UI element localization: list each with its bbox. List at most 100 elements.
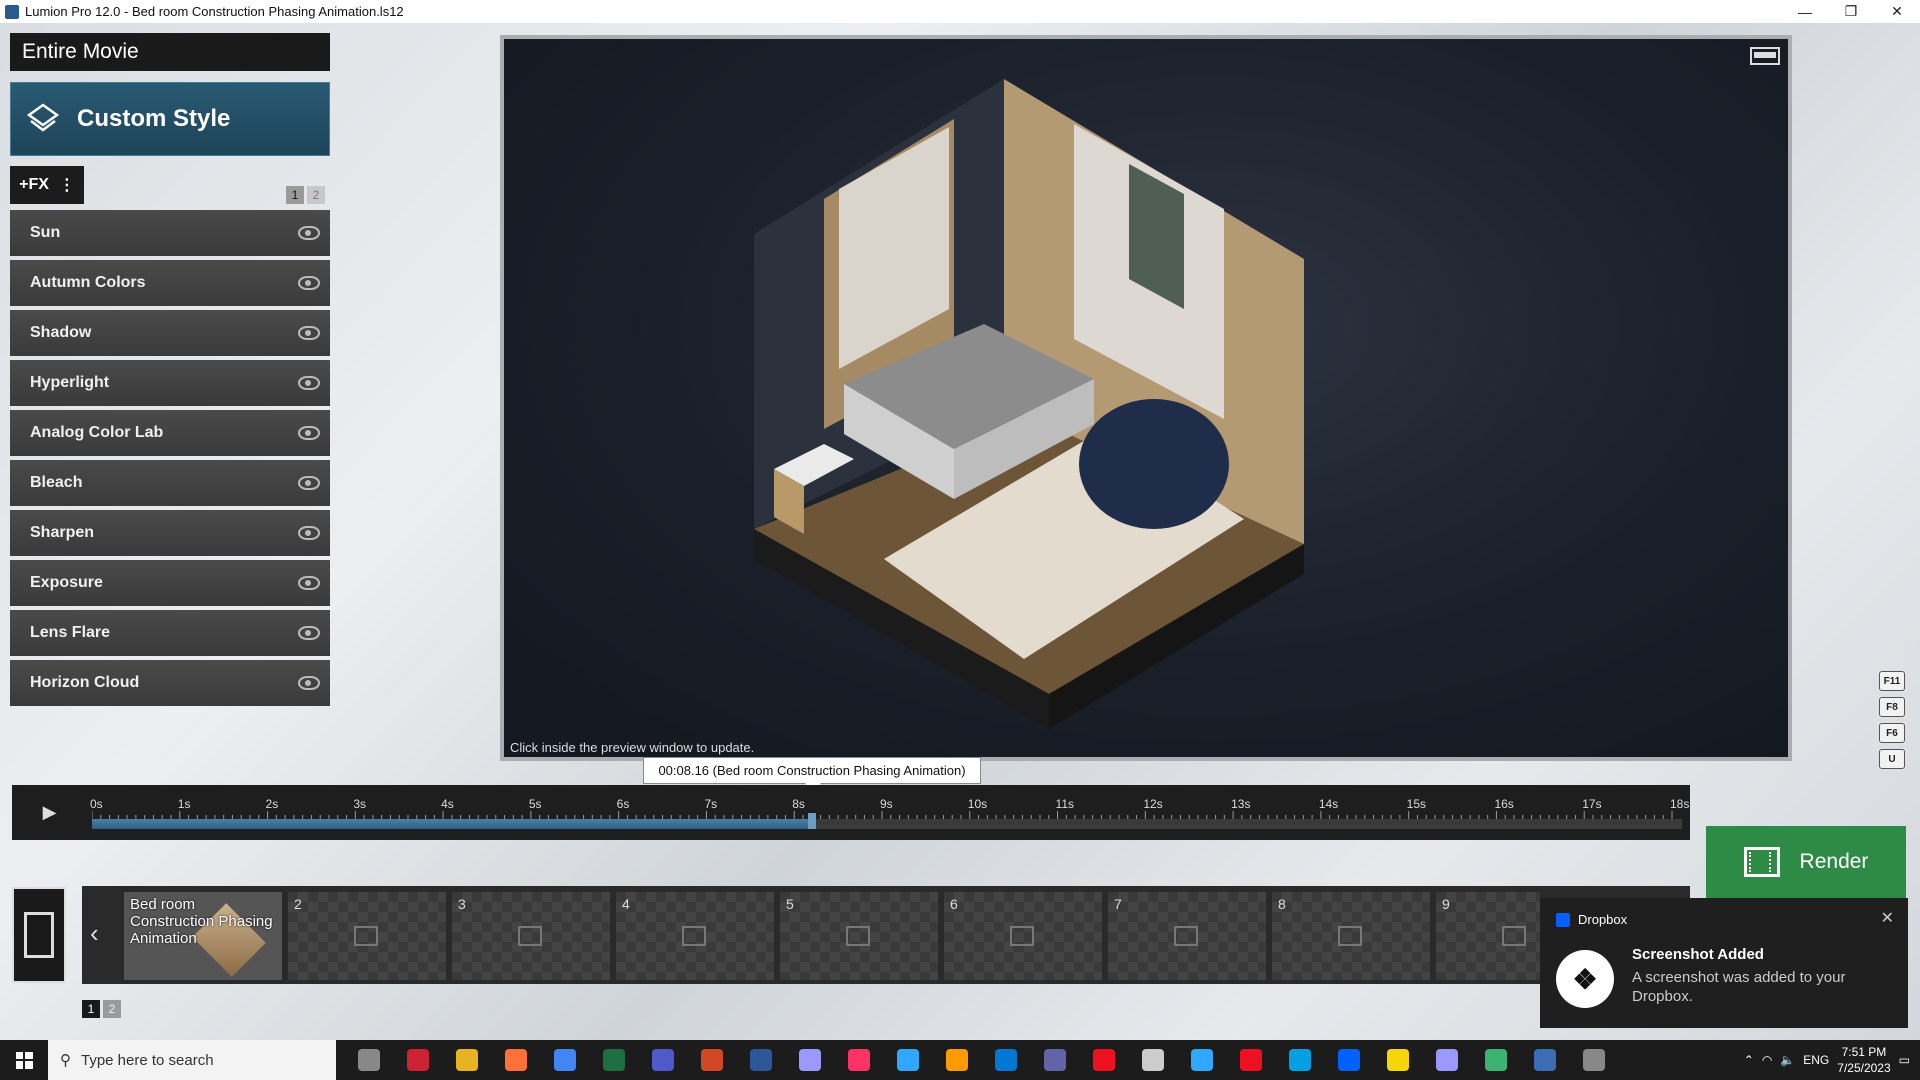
chrome-icon[interactable]	[540, 1040, 589, 1080]
key-f6[interactable]: F6	[1879, 723, 1905, 743]
eye-icon[interactable]	[298, 476, 320, 490]
eye-icon[interactable]	[298, 276, 320, 290]
timeline-tick-labels: 0s 1s 2s 3s 4s 5s 6s 7s 8s 9s 10s 11s 12s 13s 14s 15s 16…	[90, 797, 1689, 811]
render-button[interactable]: Render	[1706, 826, 1906, 898]
clip-slot-7[interactable]: 7	[1108, 892, 1266, 980]
language-indicator[interactable]: ENG	[1803, 1053, 1829, 1067]
eye-icon[interactable]	[298, 326, 320, 340]
close-icon[interactable]: ✕	[1881, 908, 1894, 928]
clip-page-1[interactable]: 1	[82, 1000, 100, 1018]
clip-slot-9[interactable]: 9	[1436, 892, 1540, 980]
eye-icon[interactable]	[298, 376, 320, 390]
effect-sharpen[interactable]: Sharpen	[10, 510, 330, 556]
effect-shadow[interactable]: Shadow	[10, 310, 330, 356]
lumion-icon[interactable]	[1520, 1040, 1569, 1080]
effect-lens-flare[interactable]: Lens Flare	[10, 610, 330, 656]
sharepoint-icon[interactable]	[393, 1040, 442, 1080]
sticky-notes-icon[interactable]	[1373, 1040, 1422, 1080]
close-button[interactable]: ✕	[1874, 0, 1920, 23]
notion-icon[interactable]	[1569, 1040, 1618, 1080]
timeline-tick-label: 14s	[1318, 797, 1339, 811]
dropbox-app-icon[interactable]	[1324, 1040, 1373, 1080]
eye-icon[interactable]	[298, 626, 320, 640]
key-f11[interactable]: F11	[1879, 671, 1905, 691]
key-f8[interactable]: F8	[1879, 697, 1905, 717]
fx-page-2[interactable]: 2	[307, 186, 325, 204]
qgis-icon[interactable]	[1471, 1040, 1520, 1080]
eye-icon[interactable]	[298, 526, 320, 540]
fx-pager: 1 2	[286, 186, 325, 204]
unknown-icon[interactable]	[1128, 1040, 1177, 1080]
eye-icon[interactable]	[298, 676, 320, 690]
fullscreen-icon[interactable]	[1750, 47, 1780, 65]
illustrator-icon[interactable]	[932, 1040, 981, 1080]
clip-slot-5[interactable]: 5	[780, 892, 938, 980]
photoshop-icon[interactable]	[883, 1040, 932, 1080]
eye-icon[interactable]	[298, 226, 320, 240]
key-u[interactable]: U	[1879, 749, 1905, 769]
taskbar-search[interactable]: ⚲ Type here to search	[48, 1040, 336, 1080]
effect-horizon-cloud[interactable]: Horizon Cloud	[10, 660, 330, 706]
effect-hyperlight[interactable]: Hyperlight	[10, 360, 330, 406]
teams-2-icon[interactable]	[1030, 1040, 1079, 1080]
timeline-track[interactable]: 0s 1s 2s 3s 4s 5s 6s 7s 8s 9s 10s 11s 12s 13s 14s 15s 16…	[90, 793, 1689, 833]
minimize-button[interactable]: —	[1782, 0, 1828, 23]
effect-label: Exposure	[30, 574, 103, 591]
photoshop-2-icon[interactable]	[1177, 1040, 1226, 1080]
file-explorer-icon[interactable]	[442, 1040, 491, 1080]
start-button[interactable]	[0, 1040, 48, 1080]
movie-clips-button[interactable]	[12, 887, 66, 983]
title-bar: Lumion Pro 12.0 - Bed room Construction …	[0, 0, 1920, 23]
after-effects-icon[interactable]	[785, 1040, 834, 1080]
edge-icon[interactable]	[981, 1040, 1030, 1080]
teams-icon[interactable]	[638, 1040, 687, 1080]
effect-label: Bleach	[30, 474, 83, 491]
clip-1[interactable]: Bed room Construction Phasing Animation	[124, 892, 282, 980]
eye-icon[interactable]	[298, 576, 320, 590]
powerpoint-icon[interactable]	[687, 1040, 736, 1080]
chevron-up-icon[interactable]: ⌃	[1744, 1053, 1754, 1067]
timeline: ▶ 0s 1s 2s 3s 4s 5s 6s 7s 8s 9s 10s 11s 12s 13s 14s 15s…	[12, 785, 1690, 840]
clip-page-2[interactable]: 2	[103, 1000, 121, 1018]
indesign-icon[interactable]	[834, 1040, 883, 1080]
clip-slot-4[interactable]: 4	[616, 892, 774, 980]
preview-window[interactable]: Click inside the preview window to updat…	[500, 35, 1792, 761]
task-view-icon[interactable]	[344, 1040, 393, 1080]
clip-slot-6[interactable]: 6	[944, 892, 1102, 980]
effect-bleach[interactable]: Bleach	[10, 460, 330, 506]
entire-movie-label[interactable]: Entire Movie	[10, 33, 330, 71]
autocad-icon[interactable]	[1226, 1040, 1275, 1080]
premiere-icon[interactable]	[1422, 1040, 1471, 1080]
more-options-icon[interactable]: ⋮	[59, 175, 75, 195]
eye-icon[interactable]	[298, 426, 320, 440]
acrobat-icon[interactable]	[1079, 1040, 1128, 1080]
effect-exposure[interactable]: Exposure	[10, 560, 330, 606]
word-icon[interactable]	[736, 1040, 785, 1080]
film-icon	[1743, 847, 1780, 877]
custom-style-button[interactable]: Custom Style	[10, 82, 330, 156]
clip-slot-8[interactable]: 8	[1272, 892, 1430, 980]
chevron-left-icon[interactable]: ‹	[90, 918, 99, 949]
effect-analog-color-lab[interactable]: Analog Color Lab	[10, 410, 330, 456]
network-icon[interactable]: ◠	[1762, 1053, 1772, 1067]
volume-icon[interactable]: 🔈	[1780, 1053, 1795, 1067]
notifications-icon[interactable]: ▭	[1899, 1053, 1910, 1067]
timeline-bar[interactable]	[92, 813, 1682, 829]
effect-autumn-colors[interactable]: Autumn Colors	[10, 260, 330, 306]
effect-label: Hyperlight	[30, 374, 110, 391]
restore-button[interactable]: ❐	[1828, 0, 1874, 23]
timeline-tick-label: 16s	[1494, 797, 1514, 811]
firefox-icon[interactable]	[491, 1040, 540, 1080]
timeline-tick-label: 17s	[1582, 797, 1602, 811]
clock[interactable]: 7:51 PM 7/25/2023	[1837, 1044, 1890, 1076]
clip-slot-2[interactable]: 2	[288, 892, 446, 980]
effect-sun[interactable]: Sun	[10, 210, 330, 256]
dropbox-notification[interactable]: Dropbox ✕ ❖ Screenshot Added A screensho…	[1540, 898, 1908, 1028]
clip-slot-3[interactable]: 3	[452, 892, 610, 980]
timeline-playhead[interactable]	[808, 813, 817, 829]
add-fx-button[interactable]: +FX ⋮	[10, 166, 84, 204]
play-icon[interactable]: ▶	[12, 785, 87, 840]
fx-page-1[interactable]: 1	[286, 186, 304, 204]
sketchup-icon[interactable]	[1275, 1040, 1324, 1080]
excel-icon[interactable]	[589, 1040, 638, 1080]
